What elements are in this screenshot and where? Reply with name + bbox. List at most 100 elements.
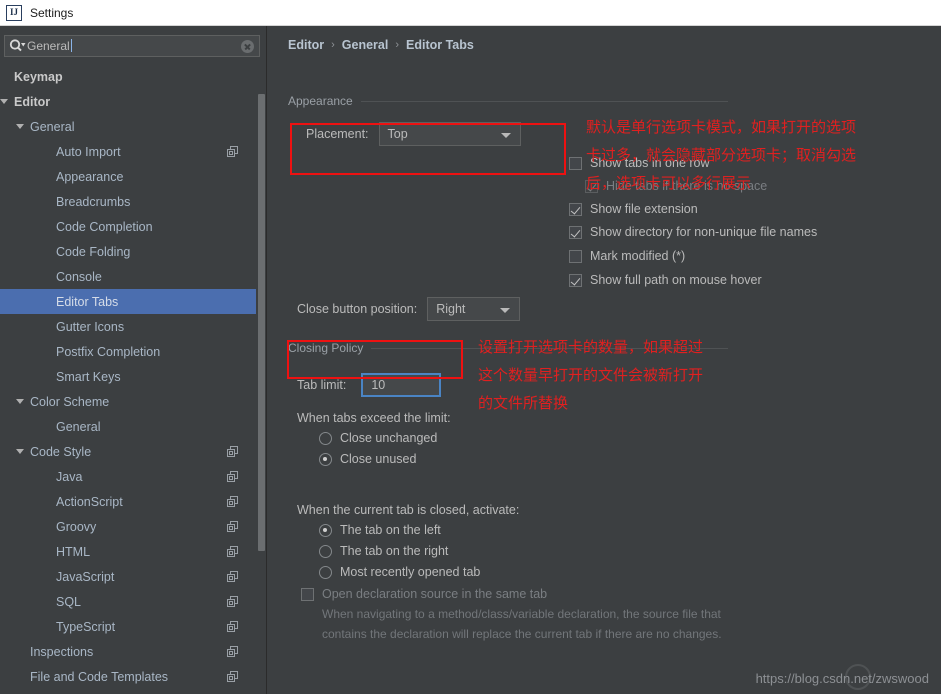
- text-caret: [70, 39, 72, 52]
- checkbox-box[interactable]: [569, 249, 582, 263]
- checkbox-mark-modified[interactable]: Mark modified (*): [569, 249, 685, 263]
- checkbox-box[interactable]: [569, 273, 582, 287]
- intellij-idea-icon: [6, 4, 22, 21]
- sidebar-item-label: HTML: [56, 544, 91, 559]
- sidebar-item-actionscript[interactable]: ActionScript: [0, 489, 256, 514]
- appearance-group-title: Appearance: [288, 94, 353, 108]
- checkbox-box[interactable]: [569, 156, 582, 170]
- radio-box[interactable]: [319, 523, 332, 537]
- breadcrumb-item-editor-tabs[interactable]: Editor Tabs: [406, 38, 474, 52]
- checkbox-box[interactable]: [301, 587, 314, 601]
- copy-settings-icon[interactable]: [227, 671, 238, 682]
- sidebar-item-color-scheme[interactable]: Color Scheme: [0, 389, 256, 414]
- checkbox-show-file-extension[interactable]: Show file extension: [569, 202, 698, 216]
- close-button-position-value: Right: [436, 302, 466, 316]
- sidebar-item-label: Keymap: [14, 69, 63, 84]
- checkbox-box[interactable]: [569, 202, 582, 216]
- placement-dropdown-value: Top: [387, 127, 408, 141]
- radio-label: Close unused: [340, 452, 417, 466]
- checkbox-show-full-path-hover[interactable]: Show full path on mouse hover: [569, 273, 762, 287]
- sidebar-item-smart-keys[interactable]: Smart Keys: [0, 364, 256, 389]
- sidebar-item-editor-tabs[interactable]: Editor Tabs: [0, 289, 256, 314]
- copy-settings-icon[interactable]: [227, 146, 238, 157]
- radio-tab-on-left[interactable]: The tab on the left: [319, 523, 441, 537]
- sidebar-item-sql[interactable]: SQL: [0, 589, 256, 614]
- sidebar-item-keymap[interactable]: Keymap: [0, 64, 256, 89]
- close-button-position-dropdown[interactable]: Right: [427, 297, 521, 321]
- sidebar-item-groovy[interactable]: Groovy: [0, 514, 256, 539]
- breadcrumb: Editor › General › Editor Tabs: [288, 38, 474, 52]
- clear-search-icon[interactable]: [241, 39, 254, 53]
- sidebar-item-console[interactable]: Console: [0, 264, 256, 289]
- sidebar-item-auto-import[interactable]: Auto Import: [0, 139, 256, 164]
- sidebar-item-label: Java: [56, 469, 83, 484]
- sidebar-item-label: ActionScript: [56, 494, 123, 509]
- placement-label: Placement:: [306, 127, 369, 141]
- copy-settings-icon[interactable]: [227, 596, 238, 607]
- copy-settings-icon[interactable]: [227, 621, 238, 632]
- copy-settings-icon[interactable]: [227, 546, 238, 557]
- sidebar-item-html[interactable]: HTML: [0, 539, 256, 564]
- sidebar-item-label: Editor Tabs: [56, 294, 119, 309]
- radio-box[interactable]: [319, 452, 332, 466]
- sidebar-item-label: Editor: [14, 94, 51, 109]
- exceed-limit-label: When tabs exceed the limit:: [297, 411, 451, 425]
- radio-close-unchanged[interactable]: Close unchanged: [319, 431, 437, 445]
- copy-settings-icon[interactable]: [227, 646, 238, 657]
- sidebar-item-general[interactable]: General: [0, 114, 256, 139]
- close-button-position-label: Close button position:: [297, 302, 418, 316]
- copy-settings-icon[interactable]: [227, 521, 238, 532]
- sidebar-item-code-style[interactable]: Code Style: [0, 439, 256, 464]
- sidebar-item-label: Code Style: [30, 444, 92, 459]
- checkbox-show-directory-nonunique[interactable]: Show directory for non-unique file names: [569, 225, 817, 239]
- sidebar-item-postfix-completion[interactable]: Postfix Completion: [0, 339, 256, 364]
- radio-tab-on-right[interactable]: The tab on the right: [319, 544, 448, 558]
- sidebar-item-editor[interactable]: Editor: [0, 89, 256, 114]
- chevron-down-icon[interactable]: [0, 99, 8, 104]
- sidebar-item-typescript[interactable]: TypeScript: [0, 614, 256, 639]
- copy-settings-icon[interactable]: [227, 446, 238, 457]
- sidebar-item-appearance[interactable]: Appearance: [0, 164, 256, 189]
- sidebar-scrollbar-thumb[interactable]: [258, 94, 265, 551]
- breadcrumb-separator-icon: ›: [395, 39, 400, 51]
- copy-settings-icon[interactable]: [227, 496, 238, 507]
- placement-dropdown[interactable]: Top: [378, 122, 521, 146]
- sidebar-item-label: Breadcrumbs: [56, 194, 131, 209]
- checkbox-label: Show file extension: [590, 202, 698, 216]
- sidebar-item-javascript[interactable]: JavaScript: [0, 564, 256, 589]
- radio-close-unused[interactable]: Close unused: [319, 452, 416, 466]
- chevron-down-icon[interactable]: [16, 449, 24, 454]
- copy-settings-icon[interactable]: [227, 571, 238, 582]
- radio-box[interactable]: [319, 431, 332, 445]
- placement-row: Placement: Top: [306, 122, 521, 146]
- copy-settings-icon[interactable]: [227, 471, 238, 482]
- search-icon[interactable]: [8, 37, 26, 55]
- chevron-down-icon[interactable]: [16, 124, 24, 129]
- annotation-text-tabs-row: 默认是单行选项卡模式，如果打开的选项 卡过多，就会隐藏部分选项卡；取消勾选 后，…: [586, 118, 857, 192]
- sidebar-item-breadcrumbs[interactable]: Breadcrumbs: [0, 189, 256, 214]
- appearance-group-header: Appearance: [288, 94, 728, 108]
- checkbox-box[interactable]: [569, 225, 582, 239]
- sidebar-item-file-and-code-templates[interactable]: File and Code Templates: [0, 664, 256, 689]
- sidebar-item-general[interactable]: General: [0, 414, 256, 439]
- watermark-text: https://blog.csdn.net/zwswood: [755, 671, 929, 686]
- sidebar-item-code-folding[interactable]: Code Folding: [0, 239, 256, 264]
- sidebar-item-inspections[interactable]: Inspections: [0, 639, 256, 664]
- search-input[interactable]: General: [27, 39, 241, 53]
- chevron-down-icon: [500, 133, 511, 138]
- chevron-down-icon[interactable]: [16, 399, 24, 404]
- tab-limit-value: 10: [371, 378, 386, 392]
- settings-tree[interactable]: Keymap Editor General Auto Import Appearance…: [0, 64, 256, 694]
- sidebar-item-java[interactable]: Java: [0, 464, 256, 489]
- checkbox-open-declaration-same-tab[interactable]: Open declaration source in the same tab: [301, 587, 547, 601]
- breadcrumb-item-general[interactable]: General: [342, 38, 389, 52]
- search-box[interactable]: General: [4, 35, 260, 57]
- breadcrumb-item-editor[interactable]: Editor: [288, 38, 324, 52]
- radio-box[interactable]: [319, 544, 332, 558]
- sidebar-item-label: Inspections: [30, 644, 94, 659]
- radio-most-recently-opened[interactable]: Most recently opened tab: [319, 565, 480, 579]
- sidebar-item-code-completion[interactable]: Code Completion: [0, 214, 256, 239]
- tab-limit-input[interactable]: 10: [361, 373, 442, 397]
- sidebar-item-gutter-icons[interactable]: Gutter Icons: [0, 314, 256, 339]
- radio-box[interactable]: [319, 565, 332, 579]
